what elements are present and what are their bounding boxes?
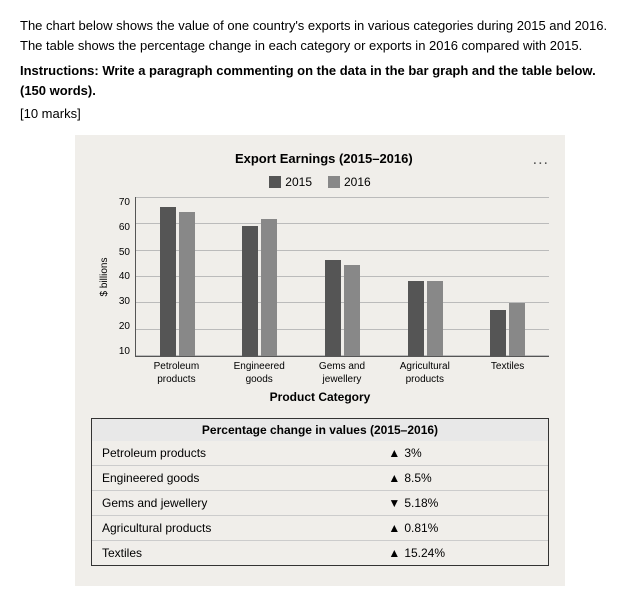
chart-menu-button[interactable]: ... (533, 151, 549, 169)
table-value-0: ▲ 3% (378, 441, 548, 466)
table-header: Percentage change in values (2015–2016) (92, 419, 548, 441)
chart-area (135, 197, 549, 357)
table-row-2: Gems and jewellery ▼ 5.18% (92, 491, 548, 516)
table-value-1: ▲ 8.5% (378, 466, 548, 491)
x-label-1: Engineeredgoods (218, 357, 301, 386)
bar-group-1 (219, 197, 302, 356)
marks-text: [10 marks] (20, 106, 620, 121)
bar-group-0 (136, 197, 219, 356)
bar-group-2 (301, 197, 384, 356)
x-label-0: Petroleumproducts (135, 357, 218, 386)
pct-value-2: 5.18% (404, 496, 438, 510)
table-value-2: ▼ 5.18% (378, 491, 548, 516)
chart-container: Export Earnings (2015–2016) ... 2015 201… (75, 135, 565, 586)
x-labels: PetroleumproductsEngineeredgoodsGems and… (91, 357, 549, 386)
bar-2015-2 (325, 260, 341, 356)
bar-2016-4 (509, 303, 525, 356)
bar-2016-1 (261, 219, 277, 356)
marks-label: [10 marks] (20, 106, 81, 121)
chart-title: Export Earnings (2015–2016) (115, 151, 533, 166)
arrow-0: ▲ (388, 446, 400, 460)
y-tick-40: 40 (119, 271, 130, 282)
table-category-1: Engineered goods (92, 466, 378, 491)
bar-group-3 (384, 197, 467, 356)
intro-text-1: The chart below shows the value of one c… (20, 18, 607, 53)
legend-box-2015 (269, 176, 281, 188)
table-container: Percentage change in values (2015–2016) … (91, 418, 549, 566)
legend-box-2016 (328, 176, 340, 188)
arrow-4: ▲ (388, 546, 400, 560)
y-tick-10: 10 (119, 346, 130, 357)
y-tick-20: 20 (119, 321, 130, 332)
table-category-3: Agricultural products (92, 516, 378, 541)
legend-label-2015: 2015 (285, 175, 312, 189)
pct-value-0: 3% (404, 446, 421, 460)
x-label-4: Textiles (466, 357, 549, 386)
legend-2015: 2015 (269, 175, 312, 189)
arrow-1: ▲ (388, 471, 400, 485)
table-row-4: Textiles ▲ 15.24% (92, 541, 548, 566)
y-axis: 70 60 50 40 30 20 10 (91, 197, 133, 357)
bar-2016-0 (179, 212, 195, 356)
intro-paragraph: The chart below shows the value of one c… (20, 16, 620, 55)
legend-2016: 2016 (328, 175, 371, 189)
bar-2015-1 (242, 226, 258, 356)
bars-wrapper (136, 197, 549, 356)
table-value-4: ▲ 15.24% (378, 541, 548, 566)
instruction-label: Instructions: Write a paragraph commenti… (20, 63, 596, 98)
pct-value-1: 8.5% (404, 471, 431, 485)
x-label-2: Gems andjewellery (301, 357, 384, 386)
x-label-3: Agriculturalproducts (383, 357, 466, 386)
bar-2015-3 (408, 281, 424, 356)
page-content: The chart below shows the value of one c… (20, 16, 620, 586)
legend-label-2016: 2016 (344, 175, 371, 189)
y-tick-30: 30 (119, 296, 130, 307)
instruction-text: Instructions: Write a paragraph commenti… (20, 61, 620, 100)
y-tick-70: 70 (119, 197, 130, 208)
table-value-3: ▲ 0.81% (378, 516, 548, 541)
bar-2015-0 (160, 207, 176, 356)
bar-2015-4 (490, 310, 506, 356)
chart-header: Export Earnings (2015–2016) ... (91, 151, 549, 169)
x-axis-title: Product Category (91, 390, 549, 404)
y-tick-60: 60 (119, 222, 130, 233)
table-row-3: Agricultural products ▲ 0.81% (92, 516, 548, 541)
bar-2016-2 (344, 265, 360, 356)
pct-value-4: 15.24% (404, 546, 445, 560)
table-row-1: Engineered goods ▲ 8.5% (92, 466, 548, 491)
table-row-0: Petroleum products ▲ 3% (92, 441, 548, 466)
bar-group-4 (466, 197, 549, 356)
pct-value-3: 0.81% (404, 521, 438, 535)
y-tick-50: 50 (119, 247, 130, 258)
table-category-2: Gems and jewellery (92, 491, 378, 516)
table-category-0: Petroleum products (92, 441, 378, 466)
arrow-2: ▼ (388, 496, 400, 510)
table-category-4: Textiles (92, 541, 378, 566)
bar-2016-3 (427, 281, 443, 356)
arrow-3: ▲ (388, 521, 400, 535)
legend: 2015 2016 (91, 175, 549, 189)
